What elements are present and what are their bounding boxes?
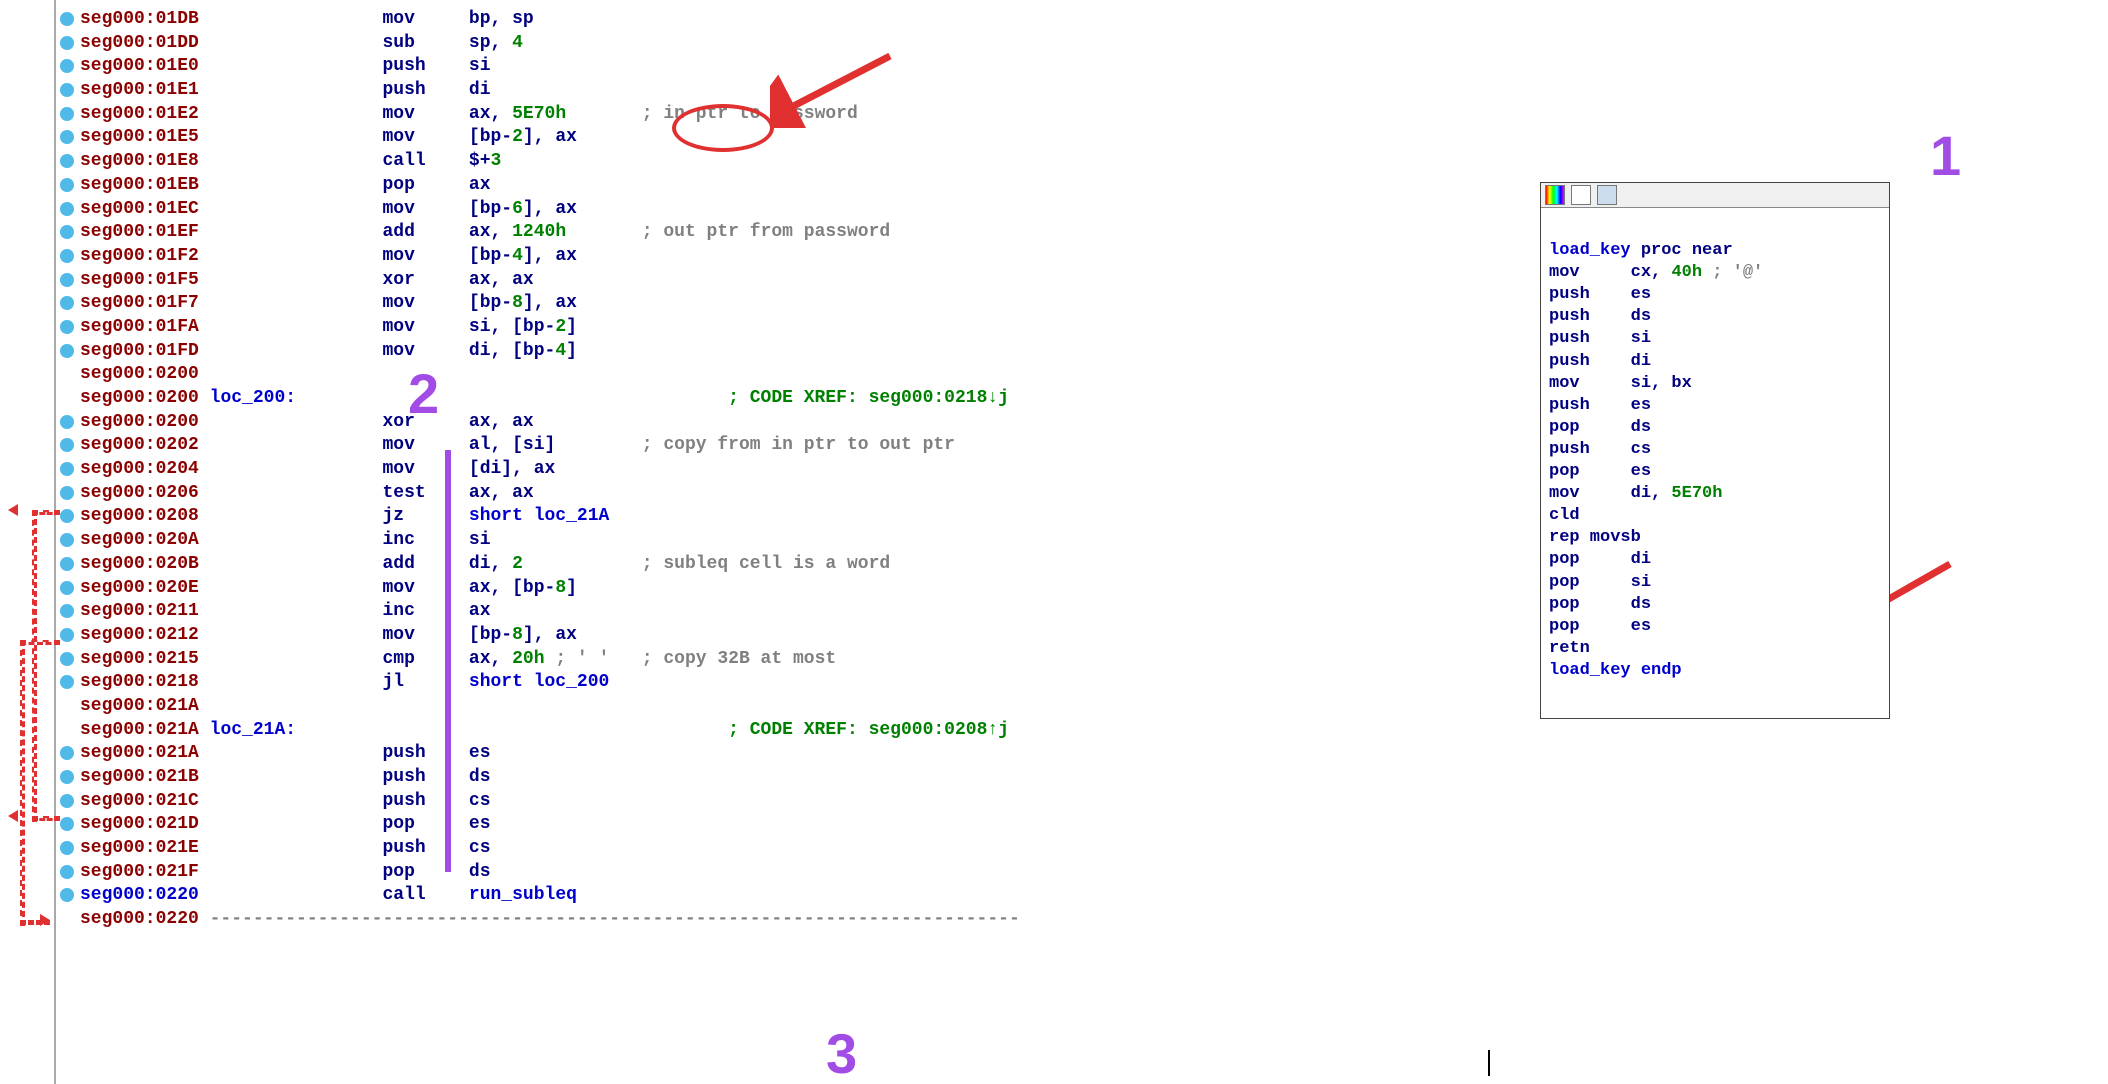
popup-body: load_key proc near mov cx, 40h ; '@' pus… [1541,208,1889,718]
asm-row: seg000:01F5 xor ax, ax [80,269,1020,293]
asm-row: seg000:01E5 mov [bp-2], ax [80,126,1020,150]
asm-row: seg000:0200 loc_200: ; CODE XREF: seg000… [80,387,1020,411]
asm-row: seg000:021A loc_21A: ; CODE XREF: seg000… [80,719,1020,743]
asm-row: seg000:0204 mov [di], ax [80,458,1020,482]
asm-row: seg000:01DB mov bp, sp [80,8,1020,32]
asm-row: seg000:0206 test ax, ax [80,482,1020,506]
popup-toolbar [1541,183,1889,208]
asm-row: seg000:021D pop es [80,813,1020,837]
edit-icon[interactable] [1571,185,1591,205]
asm-row: seg000:01FA mov si, [bp-2] [80,316,1020,340]
asm-row: seg000:0202 mov al, [si] ; copy from in … [80,434,1020,458]
disassembly-listing[interactable]: seg000:01DB mov bp, sp seg000:01DD sub s… [80,8,1020,932]
graph-icon[interactable] [1597,185,1617,205]
arrow-icon [770,48,910,128]
asm-row: seg000:021A push es [80,742,1020,766]
asm-row: seg000:0220 call run_subleq [80,884,1020,908]
asm-row: seg000:01FD mov di, [bp-4] [80,340,1020,364]
annotation-one: 1 [1930,120,1961,192]
asm-row: seg000:0215 cmp ax, 20h ; ' ' ; copy 32B… [80,648,1020,672]
asm-row: seg000:021A [80,695,1020,719]
text-cursor [1488,1050,1490,1076]
asm-row: seg000:01EF add ax, 1240h ; out ptr from… [80,221,1020,245]
asm-row: seg000:020B add di, 2 ; subleq cell is a… [80,553,1020,577]
asm-row: seg000:0208 jz short loc_21A [80,505,1020,529]
annotation-three: 3 [826,1018,857,1084]
highlight-circle-1 [672,104,774,152]
asm-row: seg000:01F7 mov [bp-8], ax [80,292,1020,316]
asm-row: seg000:021F pop ds [80,861,1020,885]
asm-row: seg000:0211 inc ax [80,600,1020,624]
annotation-two: 2 [408,358,439,430]
asm-row: seg000:0200 [80,363,1020,387]
popup-window[interactable]: load_key proc near mov cx, 40h ; '@' pus… [1540,182,1890,719]
asm-row: seg000:0220 ----------------------------… [80,908,1020,932]
asm-row: seg000:0212 mov [bp-8], ax [80,624,1020,648]
annotation-bar [445,450,451,872]
asm-row: seg000:021E push cs [80,837,1020,861]
asm-row: seg000:01F2 mov [bp-4], ax [80,245,1020,269]
asm-row: seg000:0218 jl short loc_200 [80,671,1020,695]
asm-row: seg000:0200 xor ax, ax [80,411,1020,435]
asm-row: seg000:01EC mov [bp-6], ax [80,198,1020,222]
asm-row: seg000:01EB pop ax [80,174,1020,198]
color-icon[interactable] [1545,185,1565,205]
asm-row: seg000:01E8 call $+3 [80,150,1020,174]
asm-row: seg000:021C push cs [80,790,1020,814]
asm-row: seg000:021B push ds [80,766,1020,790]
asm-row: seg000:020A inc si [80,529,1020,553]
asm-row: seg000:020E mov ax, [bp-8] [80,577,1020,601]
